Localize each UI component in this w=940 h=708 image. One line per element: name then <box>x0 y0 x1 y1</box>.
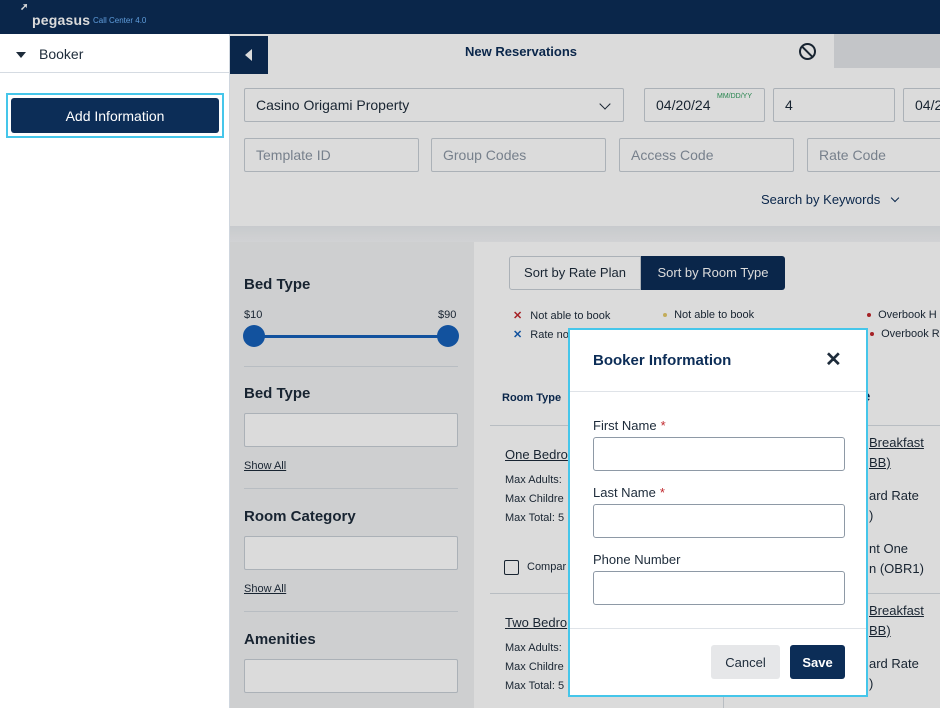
cancel-button[interactable]: Cancel <box>711 645 780 679</box>
last-name-label: Last Name * <box>593 485 665 500</box>
last-name-label-text: Last Name <box>593 485 656 500</box>
booker-information-dialog: Booker Information ✕ First Name * Last Na… <box>568 328 868 697</box>
phone-number-input[interactable] <box>593 571 845 605</box>
phone-number-label: Phone Number <box>593 552 681 567</box>
add-information-focus-ring: Add Information <box>6 93 224 138</box>
first-name-label-text: First Name <box>593 418 657 433</box>
booker-label: Booker <box>39 46 84 62</box>
add-information-button[interactable]: Add Information <box>11 98 219 133</box>
close-icon[interactable]: ✕ <box>825 350 842 370</box>
dialog-divider <box>570 391 866 392</box>
required-marker: * <box>659 485 665 500</box>
first-name-input[interactable] <box>593 437 845 471</box>
caret-down-icon <box>16 52 26 58</box>
dialog-title: Booker Information <box>593 352 732 369</box>
booker-section-toggle[interactable]: Booker <box>0 34 229 73</box>
first-name-label: First Name * <box>593 418 666 433</box>
dialog-divider <box>570 628 866 629</box>
required-marker: * <box>660 418 666 433</box>
save-button[interactable]: Save <box>790 645 845 679</box>
sidebar: Booker Add Information <box>0 34 230 708</box>
last-name-input[interactable] <box>593 504 845 538</box>
